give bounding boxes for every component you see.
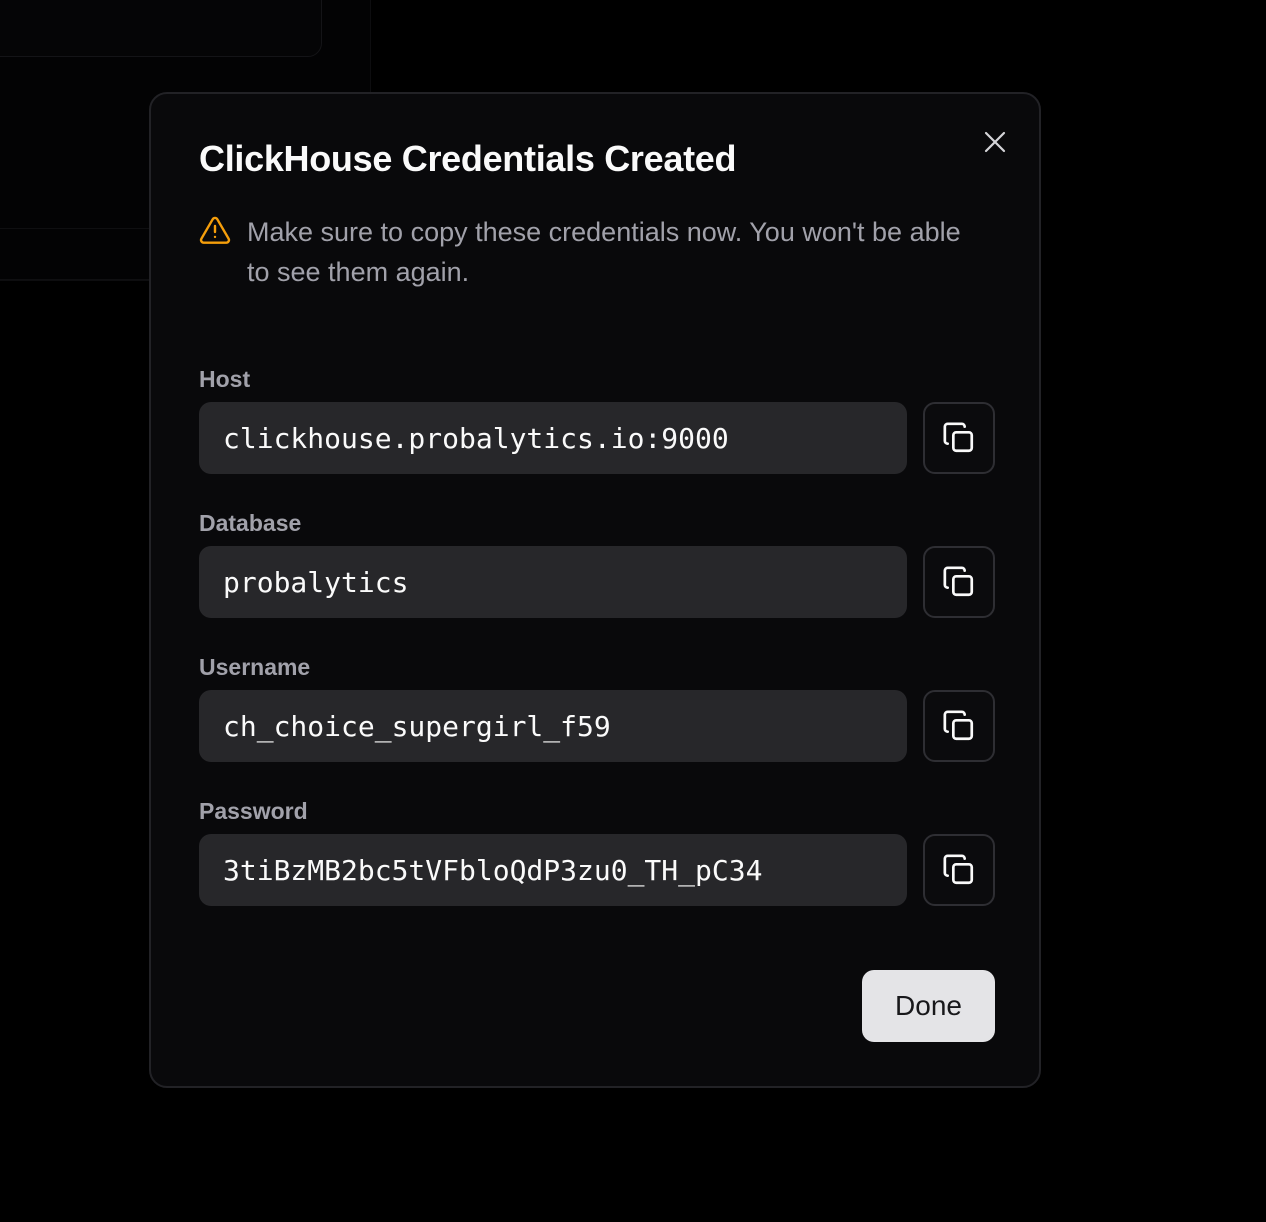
background-card — [0, 0, 322, 57]
password-label: Password — [199, 798, 308, 824]
x-icon — [984, 131, 1006, 153]
copy-icon — [943, 710, 974, 741]
host-field[interactable]: clickhouse.probalytics.io:9000 — [199, 402, 907, 474]
warning-message: Make sure to copy these credentials now.… — [199, 212, 979, 292]
copy-password-button[interactable] — [923, 834, 995, 906]
done-button[interactable]: Done — [862, 970, 995, 1042]
database-label: Database — [199, 510, 302, 536]
close-button[interactable] — [983, 130, 1007, 154]
alert-triangle-icon — [199, 216, 231, 244]
password-field[interactable]: 3tiBzMB2bc5tVFbloQdP3zu0_TH_pC34 — [199, 834, 907, 906]
copy-icon — [943, 422, 974, 453]
copy-host-button[interactable] — [923, 402, 995, 474]
warning-text: Make sure to copy these credentials now.… — [247, 217, 961, 287]
dialog-title: ClickHouse Credentials Created — [199, 138, 737, 179]
username-field[interactable]: ch_choice_supergirl_f59 — [199, 690, 907, 762]
copy-icon — [943, 854, 974, 885]
credentials-dialog: ClickHouse Credentials Created Make sure… — [149, 92, 1041, 1088]
copy-icon — [943, 566, 974, 597]
copy-username-button[interactable] — [923, 690, 995, 762]
copy-database-button[interactable] — [923, 546, 995, 618]
database-field[interactable]: probalytics — [199, 546, 907, 618]
username-label: Username — [199, 654, 311, 680]
host-label: Host — [199, 366, 251, 392]
